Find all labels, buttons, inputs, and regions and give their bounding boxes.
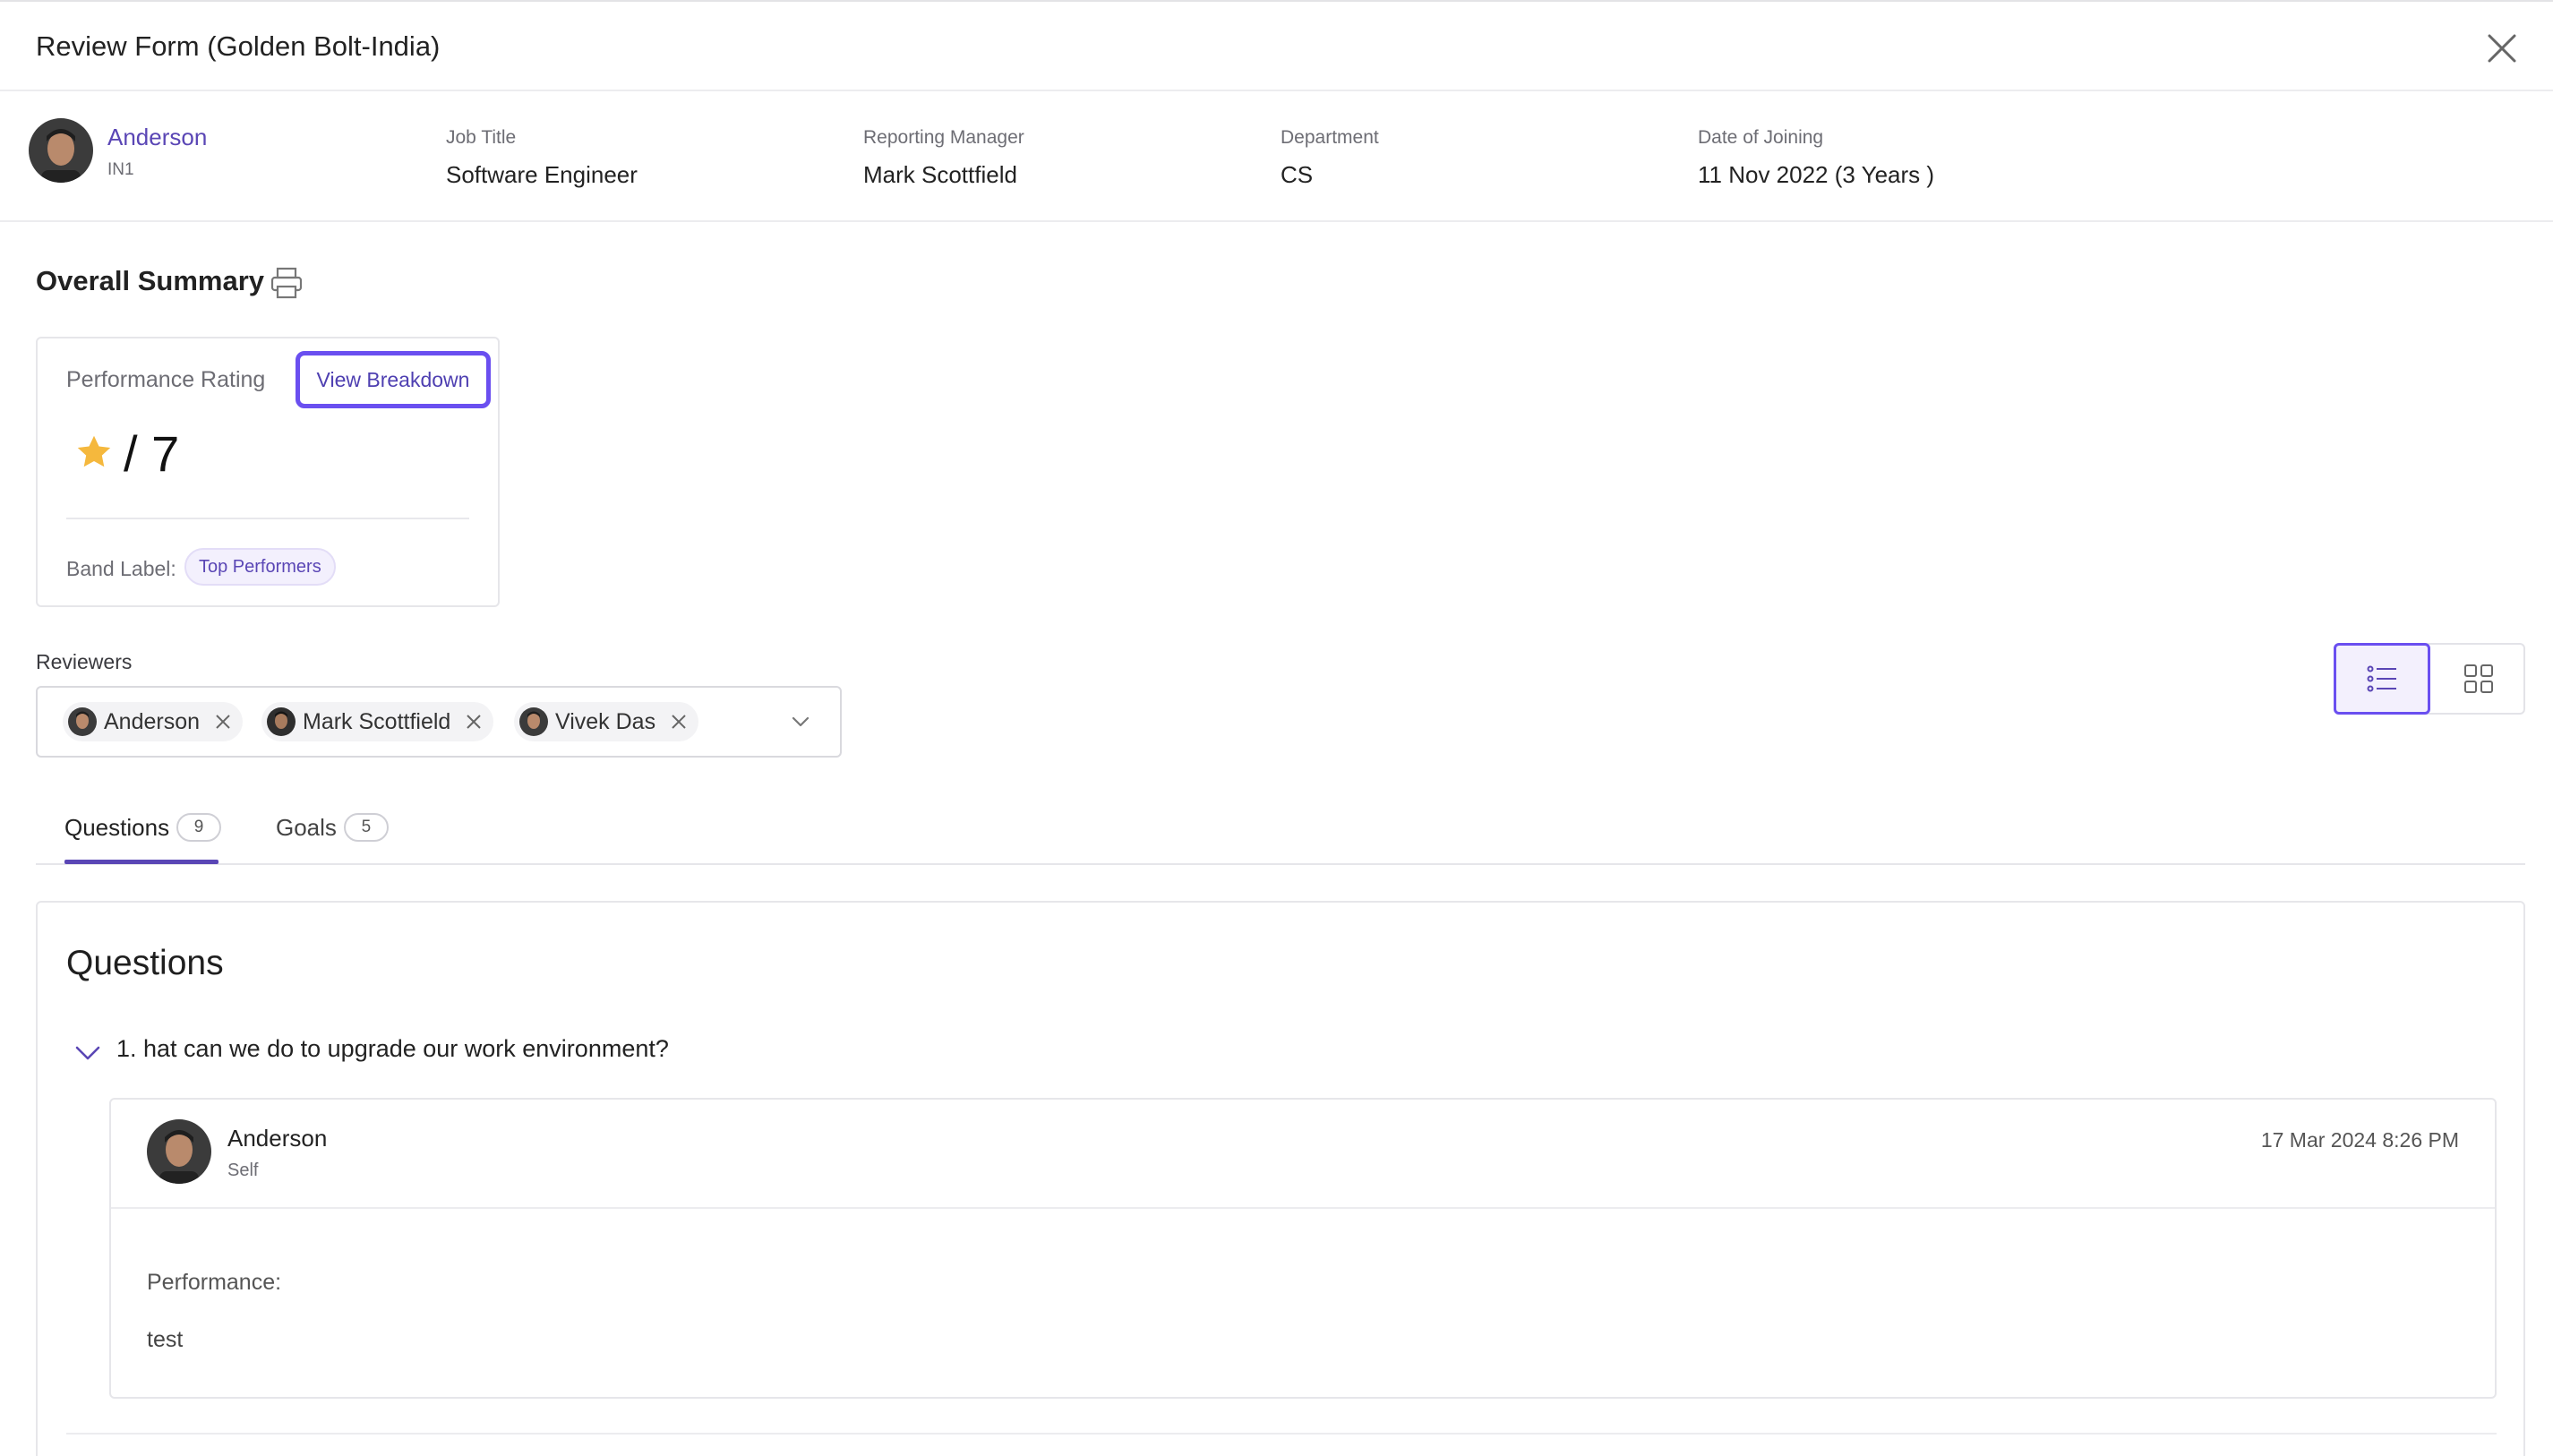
field-date-of-joining: Date of Joining 11 Nov 2022 (3 Years ) [1698, 127, 1934, 189]
close-button[interactable] [2482, 29, 2522, 68]
answer-value: test [147, 1327, 184, 1352]
rating-value: / 7 [124, 425, 180, 482]
star-icon [77, 435, 111, 467]
tab-count-badge: 9 [176, 813, 222, 842]
employee-info-bar: Anderson IN1 Job Title Software Engineer… [0, 91, 2553, 222]
list-view-button[interactable] [2334, 643, 2430, 715]
tab-bar: Questions 9 Goals 5 [36, 806, 2525, 865]
active-tab-indicator [64, 860, 218, 864]
reviewer-chip-label: Anderson [104, 708, 201, 734]
reviewers-select[interactable]: Anderson Mark Scottfield Vivek Das [36, 686, 842, 758]
field-department: Department CS [1281, 127, 1379, 189]
avatar [267, 707, 296, 736]
remove-reviewer-icon[interactable] [668, 711, 690, 732]
field-label: Job Title [446, 127, 517, 148]
tab-label: Questions [64, 813, 170, 841]
page-title: Review Form (Golden Bolt-India) [36, 30, 441, 62]
answer-label: Performance: [147, 1270, 282, 1295]
performance-rating-label: Performance Rating [66, 367, 266, 392]
field-job-title: Job Title Software Engineer [446, 127, 638, 189]
questions-title: Questions [66, 944, 224, 982]
band-label: Band Label: [66, 557, 176, 580]
field-label: Reporting Manager [863, 127, 1024, 148]
field-label: Date of Joining [1698, 127, 1824, 148]
question-divider [66, 1433, 2497, 1435]
performance-rating-card: Performance Rating View Breakdown / 7 Ba… [36, 337, 500, 607]
chevron-down-icon[interactable] [788, 709, 813, 734]
employee-code: IN1 [107, 160, 134, 179]
questions-panel: Questions 1. hat can we do to upgrade ou… [36, 901, 2525, 1456]
avatar [29, 118, 93, 183]
tab-count-badge: 5 [343, 813, 389, 842]
answer-author-name: Anderson [227, 1125, 328, 1152]
grid-view-icon [2464, 664, 2493, 693]
view-toggle [2334, 643, 2525, 715]
avatar [68, 707, 97, 736]
tab-label: Goals [276, 813, 337, 841]
answer-card: Anderson Self 17 Mar 2024 8:26 PM Perfor… [109, 1098, 2497, 1399]
field-value: 11 Nov 2022 (3 Years ) [1698, 161, 1935, 188]
tab-goals[interactable]: Goals 5 [276, 813, 389, 842]
answer-card-header: Anderson Self 17 Mar 2024 8:26 PM [111, 1100, 2495, 1209]
remove-reviewer-icon[interactable] [463, 711, 484, 732]
chevron-down-icon[interactable] [72, 1037, 104, 1069]
modal-header: Review Form (Golden Bolt-India) [0, 2, 2553, 91]
card-divider [66, 518, 469, 519]
printer-icon [270, 267, 303, 299]
reviewer-chip-label: Vivek Das [555, 708, 656, 734]
close-icon [2488, 34, 2516, 63]
section-title-overall-summary: Overall Summary [36, 265, 265, 296]
reviewer-chip: Vivek Das [514, 702, 699, 741]
employee-name-link[interactable]: Anderson [107, 124, 207, 151]
reviewer-chip-label: Mark Scottfield [303, 708, 451, 734]
answer-author-role: Self [227, 1161, 259, 1180]
reviewers-label: Reviewers [36, 650, 133, 673]
field-label: Department [1281, 127, 1379, 148]
tab-questions[interactable]: Questions 9 [64, 813, 222, 842]
list-view-icon [2367, 665, 2396, 692]
reviewer-chip: Mark Scottfield [261, 702, 494, 741]
view-breakdown-button[interactable]: View Breakdown [296, 351, 491, 408]
answer-timestamp: 17 Mar 2024 8:26 PM [2260, 1128, 2459, 1152]
band-badge: Top Performers [184, 548, 336, 586]
field-value: CS [1281, 161, 1314, 188]
grid-view-button[interactable] [2430, 643, 2527, 715]
avatar [519, 707, 548, 736]
reviewer-chip: Anderson [63, 702, 244, 741]
field-value: Mark Scottfield [863, 161, 1017, 188]
field-value: Software Engineer [446, 161, 638, 188]
print-button[interactable] [269, 265, 304, 301]
avatar [147, 1119, 211, 1184]
question-text: 1. hat can we do to upgrade our work env… [116, 1035, 669, 1062]
remove-reviewer-icon[interactable] [212, 711, 234, 732]
field-reporting-manager: Reporting Manager Mark Scottfield [863, 127, 1024, 189]
